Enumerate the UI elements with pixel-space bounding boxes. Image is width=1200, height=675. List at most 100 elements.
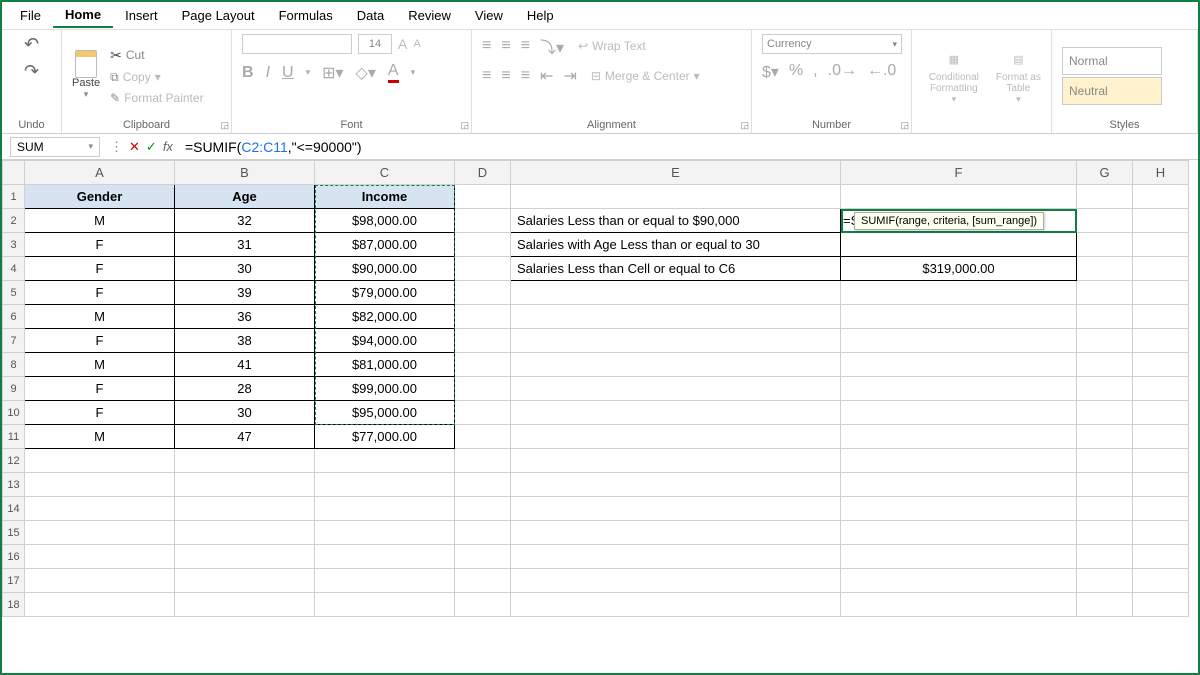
formula-input[interactable]: =SUMIF(C2:C11,"<=90000") <box>179 139 1198 155</box>
fill-color-button[interactable]: ◇▾ <box>356 63 376 83</box>
cell[interactable]: 38 <box>175 329 315 353</box>
cell[interactable]: $90,000.00 <box>315 257 455 281</box>
cell[interactable]: $81,000.00 <box>315 353 455 377</box>
cell[interactable]: Age <box>175 185 315 209</box>
cell[interactable] <box>1077 593 1133 617</box>
row-header[interactable]: 17 <box>3 569 25 593</box>
row-header[interactable]: 9 <box>3 377 25 401</box>
cell[interactable] <box>455 305 511 329</box>
cell[interactable] <box>1077 377 1133 401</box>
cell[interactable]: $95,000.00 <box>315 401 455 425</box>
cell[interactable] <box>1133 185 1189 209</box>
col-header-b[interactable]: B <box>175 161 315 185</box>
row-header[interactable]: 6 <box>3 305 25 329</box>
col-header-c[interactable]: C <box>315 161 455 185</box>
cell[interactable]: $94,000.00 <box>315 329 455 353</box>
cell[interactable] <box>1077 281 1133 305</box>
cell[interactable] <box>841 377 1077 401</box>
cell[interactable]: 36 <box>175 305 315 329</box>
cell[interactable] <box>315 449 455 473</box>
cell[interactable] <box>175 569 315 593</box>
menu-insert[interactable]: Insert <box>113 4 170 27</box>
row-header[interactable]: 8 <box>3 353 25 377</box>
cell[interactable] <box>1133 401 1189 425</box>
cell[interactable] <box>1133 425 1189 449</box>
col-header-a[interactable]: A <box>25 161 175 185</box>
col-header-e[interactable]: E <box>511 161 841 185</box>
cell[interactable] <box>455 521 511 545</box>
cell[interactable] <box>1133 305 1189 329</box>
row-header[interactable]: 15 <box>3 521 25 545</box>
font-family-select[interactable] <box>242 34 352 54</box>
cell[interactable]: $99,000.00 <box>315 377 455 401</box>
cell[interactable] <box>25 497 175 521</box>
underline-button[interactable]: U <box>282 64 294 82</box>
cell[interactable] <box>25 545 175 569</box>
row-header[interactable]: 1 <box>3 185 25 209</box>
col-header-d[interactable]: D <box>455 161 511 185</box>
cell[interactable]: M <box>25 305 175 329</box>
cell[interactable]: $87,000.00 <box>315 233 455 257</box>
cell[interactable] <box>1133 569 1189 593</box>
cell[interactable] <box>511 569 841 593</box>
clipboard-dialog-icon[interactable]: ◲ <box>220 120 229 131</box>
format-as-table-button[interactable]: ▤Format as Table▾ <box>996 46 1041 105</box>
cell[interactable] <box>511 281 841 305</box>
cell[interactable] <box>315 569 455 593</box>
cell[interactable] <box>511 185 841 209</box>
cell[interactable]: 47 <box>175 425 315 449</box>
number-format-select[interactable]: Currency▾ <box>762 34 902 54</box>
cell[interactable] <box>841 521 1077 545</box>
style-normal[interactable]: Normal <box>1062 47 1162 75</box>
menu-home[interactable]: Home <box>53 3 113 28</box>
cell[interactable]: $82,000.00 <box>315 305 455 329</box>
font-dialog-icon[interactable]: ◲ <box>460 120 469 131</box>
cell[interactable] <box>1077 329 1133 353</box>
cell[interactable] <box>1133 473 1189 497</box>
cell[interactable] <box>511 545 841 569</box>
cell[interactable] <box>455 233 511 257</box>
cell[interactable] <box>455 473 511 497</box>
style-neutral[interactable]: Neutral <box>1062 77 1162 105</box>
cell[interactable] <box>1077 425 1133 449</box>
cell[interactable]: F <box>25 329 175 353</box>
menu-view[interactable]: View <box>463 4 515 27</box>
font-color-button[interactable]: A <box>388 62 399 83</box>
cell[interactable] <box>841 569 1077 593</box>
align-bottom-icon[interactable]: ≡ <box>521 37 530 55</box>
cell[interactable] <box>175 473 315 497</box>
cell[interactable] <box>841 497 1077 521</box>
cell[interactable] <box>455 593 511 617</box>
shrink-font-icon[interactable]: A <box>413 38 420 50</box>
cell[interactable] <box>175 449 315 473</box>
alignment-dialog-icon[interactable]: ◲ <box>740 120 749 131</box>
cell[interactable] <box>1077 449 1133 473</box>
cell[interactable] <box>511 521 841 545</box>
cell[interactable] <box>841 473 1077 497</box>
cell[interactable] <box>315 593 455 617</box>
cell[interactable] <box>511 473 841 497</box>
cell[interactable]: 39 <box>175 281 315 305</box>
merge-center-button[interactable]: ⊟ Merge & Center ▾ <box>587 67 704 85</box>
cell[interactable] <box>1133 545 1189 569</box>
cell[interactable] <box>1077 473 1133 497</box>
indent-increase-icon[interactable]: ⇥ <box>563 66 576 86</box>
grow-font-icon[interactable]: A <box>398 36 407 52</box>
cell[interactable] <box>1077 569 1133 593</box>
cell[interactable] <box>1133 233 1189 257</box>
percent-button[interactable]: % <box>789 62 803 82</box>
menu-page-layout[interactable]: Page Layout <box>170 4 267 27</box>
cell[interactable] <box>455 257 511 281</box>
cell[interactable]: 28 <box>175 377 315 401</box>
cell[interactable] <box>841 401 1077 425</box>
cell[interactable] <box>841 185 1077 209</box>
cell[interactable] <box>1077 305 1133 329</box>
cell[interactable]: Salaries with Age Less than or equal to … <box>511 233 841 257</box>
number-dialog-icon[interactable]: ◲ <box>900 120 909 131</box>
cell[interactable] <box>25 521 175 545</box>
cell[interactable] <box>25 473 175 497</box>
cell[interactable]: Salaries Less than Cell or equal to C6 <box>511 257 841 281</box>
cell[interactable] <box>511 449 841 473</box>
cell[interactable] <box>511 377 841 401</box>
currency-button[interactable]: $▾ <box>762 62 779 82</box>
